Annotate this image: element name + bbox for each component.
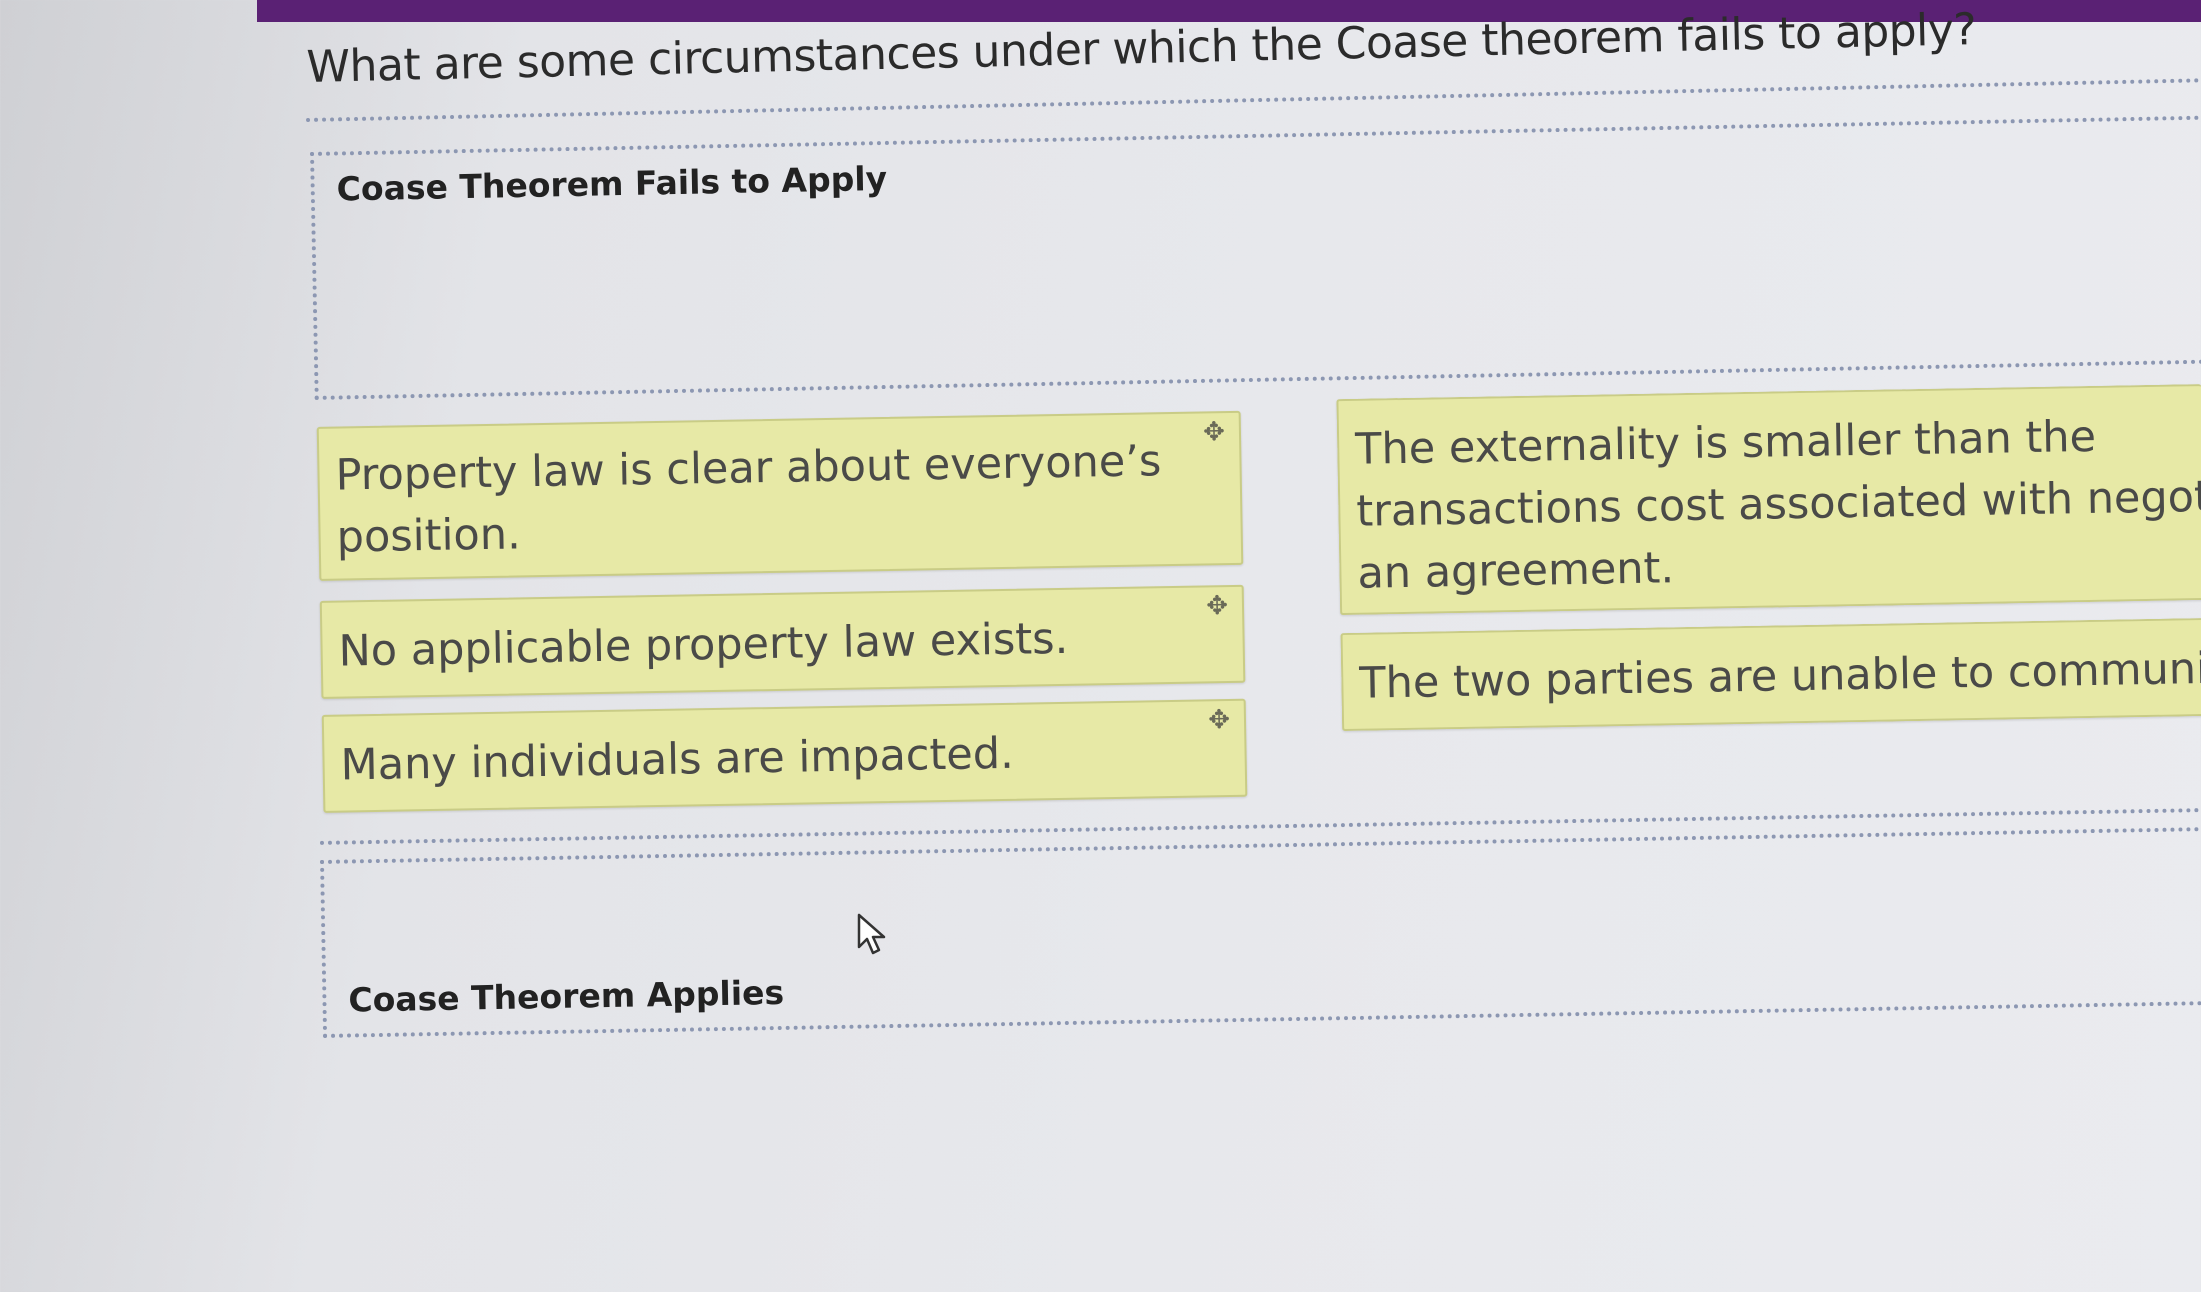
card-label-line: an agreement. (1357, 543, 1675, 599)
draggable-card-no-property-law[interactable]: ✥ No applicable property law exists. (319, 584, 1246, 699)
move-icon: ✥ (1202, 417, 1226, 448)
draggable-card-unable-to-communicate[interactable]: The two parties are unable to communicat… (1340, 617, 2201, 732)
drop-zone-applies[interactable]: Coase Theorem Applies (320, 827, 2201, 1038)
zone-title-applies: Coase Theorem Applies (348, 972, 785, 1020)
mouse-cursor-icon (857, 913, 886, 955)
card-label: The two parties are unable to communicat… (1358, 642, 2201, 709)
card-label-line: The externality is smaller than the (1354, 411, 2097, 475)
draggable-card-property-law-clear[interactable]: ✥ Property law is clear about everyone’s… (316, 410, 1244, 581)
move-icon: ✥ (1205, 591, 1229, 622)
answer-choices-area: ✥ Property law is clear about everyone’s… (312, 352, 2201, 845)
draggable-card-many-individuals[interactable]: ✥ Many individuals are impacted. (321, 698, 1248, 813)
card-label: Many individuals are impacted. (340, 728, 1015, 791)
card-label-line: transactions cost associated with negoti… (1355, 469, 2201, 537)
draggable-card-externality-smaller[interactable]: The externality is smaller than the tran… (1336, 384, 2201, 616)
card-label: Property law is clear about everyone’s p… (335, 436, 1162, 563)
card-label: No applicable property law exists. (338, 613, 1069, 677)
card-label: The externality is smaller than the tran… (1354, 404, 2201, 604)
move-icon: ✥ (1207, 705, 1231, 736)
zone-title-fails-to-apply: Coase Theorem Fails to Apply (336, 158, 888, 209)
